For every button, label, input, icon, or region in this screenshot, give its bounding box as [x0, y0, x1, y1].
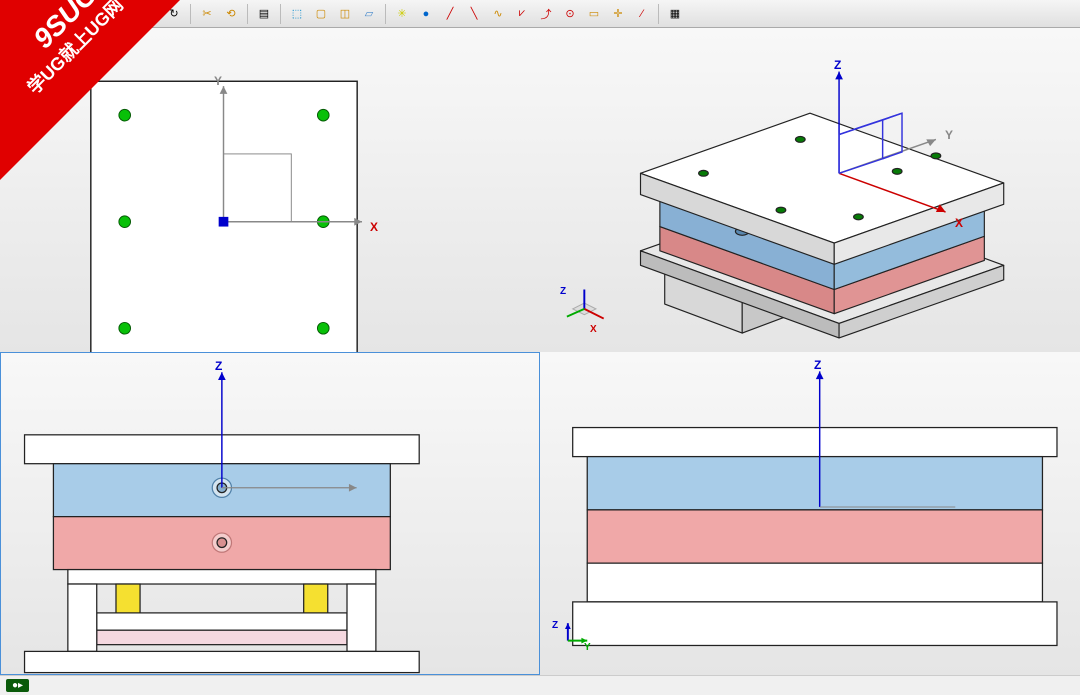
separator [247, 4, 248, 24]
cross-btn[interactable]: ✛ [607, 3, 629, 25]
grid-icon: ▦ [667, 6, 683, 22]
triad-z: Z [552, 620, 558, 631]
select-rect-btn[interactable]: ⬚ [286, 3, 308, 25]
axis-x-label: X [955, 216, 963, 230]
top-view-drawing [0, 28, 540, 352]
plane-btn[interactable]: ▱ [358, 3, 380, 25]
main-toolbar: ⊕ ✥ ↻ ✂ ⟲ ▤ ⬚ ▢ ◫ ▱ ✳ ● ╱ ╲ ∿ ⩗ ⤴ ⊙ ▭ ✛ … [0, 0, 1080, 28]
rotate-icon: ↻ [166, 6, 182, 22]
viewport-front[interactable]: Z [0, 352, 540, 676]
point-blue-btn[interactable]: ● [415, 3, 437, 25]
status-bar: ●▸ [0, 675, 1080, 695]
triad-x: X [590, 324, 597, 335]
line-btn[interactable]: ╱ [439, 3, 461, 25]
status-mode-chip: ●▸ [6, 679, 29, 692]
rect-btn[interactable]: ▭ [583, 3, 605, 25]
point-blue-icon: ● [418, 6, 434, 22]
line2-btn[interactable]: ╲ [463, 3, 485, 25]
layer-icon-btn[interactable]: ▤ [253, 3, 275, 25]
cube-icon: ◫ [337, 6, 353, 22]
plane-icon: ▱ [361, 6, 377, 22]
axis-y-label: Y [945, 128, 953, 142]
axis-z-label: Z [215, 359, 222, 373]
spline-icon: ⩗ [514, 6, 530, 22]
viewport-grid: X Y [0, 28, 1080, 675]
triad-y: Y [584, 642, 591, 653]
slash-btn[interactable]: ⁄ [631, 3, 653, 25]
separator [280, 4, 281, 24]
axis-z-label: Z [834, 58, 841, 72]
front-view-drawing [1, 353, 539, 675]
side-view-drawing [540, 352, 1080, 676]
slash-icon: ⁄ [634, 6, 650, 22]
trim-icon: ✂ [199, 6, 215, 22]
trim-icon-btn[interactable]: ✂ [196, 3, 218, 25]
iso-view-drawing [540, 28, 1080, 352]
orient-icon-btn[interactable]: ⟲ [220, 3, 242, 25]
rotate-icon-btn[interactable]: ↻ [163, 3, 185, 25]
separator [385, 4, 386, 24]
viewport-isometric[interactable]: Z X Y Z X [540, 28, 1080, 352]
separator [190, 4, 191, 24]
view-triad [567, 290, 604, 319]
rect-icon: ▭ [586, 6, 602, 22]
arc-icon: ⤴ [538, 6, 554, 22]
layer-icon: ▤ [256, 6, 272, 22]
grid-btn[interactable]: ▦ [664, 3, 686, 25]
viewport-top[interactable]: X Y [0, 28, 540, 352]
line2-icon: ╲ [466, 6, 482, 22]
select-rect-icon: ⬚ [289, 6, 305, 22]
separator [658, 4, 659, 24]
axis-x-label: X [370, 220, 378, 234]
curve-icon: ∿ [490, 6, 506, 22]
cross-icon: ✛ [610, 6, 626, 22]
viewport-side[interactable]: Z Z Y [540, 352, 1080, 676]
triad-z: Z [560, 286, 566, 297]
axis-y-label: Y [214, 74, 222, 88]
selection-filter-dropdown[interactable] [4, 4, 104, 24]
circle-icon: ⊙ [562, 6, 578, 22]
curve-btn[interactable]: ∿ [487, 3, 509, 25]
box-icon: ▢ [313, 6, 329, 22]
point-yellow-btn[interactable]: ✳ [391, 3, 413, 25]
line-icon: ╱ [442, 6, 458, 22]
move-icon: ✥ [142, 6, 158, 22]
orient-icon: ⟲ [223, 6, 239, 22]
box-btn[interactable]: ▢ [310, 3, 332, 25]
arc-btn[interactable]: ⤴ [535, 3, 557, 25]
separator [109, 4, 110, 24]
wcs-icon-btn[interactable]: ⊕ [115, 3, 137, 25]
move-icon-btn[interactable]: ✥ [139, 3, 161, 25]
point-yellow-icon: ✳ [394, 6, 410, 22]
wcs-icon: ⊕ [118, 6, 134, 22]
axis-z-label: Z [814, 358, 821, 372]
spline-btn[interactable]: ⩗ [511, 3, 533, 25]
cube-btn[interactable]: ◫ [334, 3, 356, 25]
circle-btn[interactable]: ⊙ [559, 3, 581, 25]
